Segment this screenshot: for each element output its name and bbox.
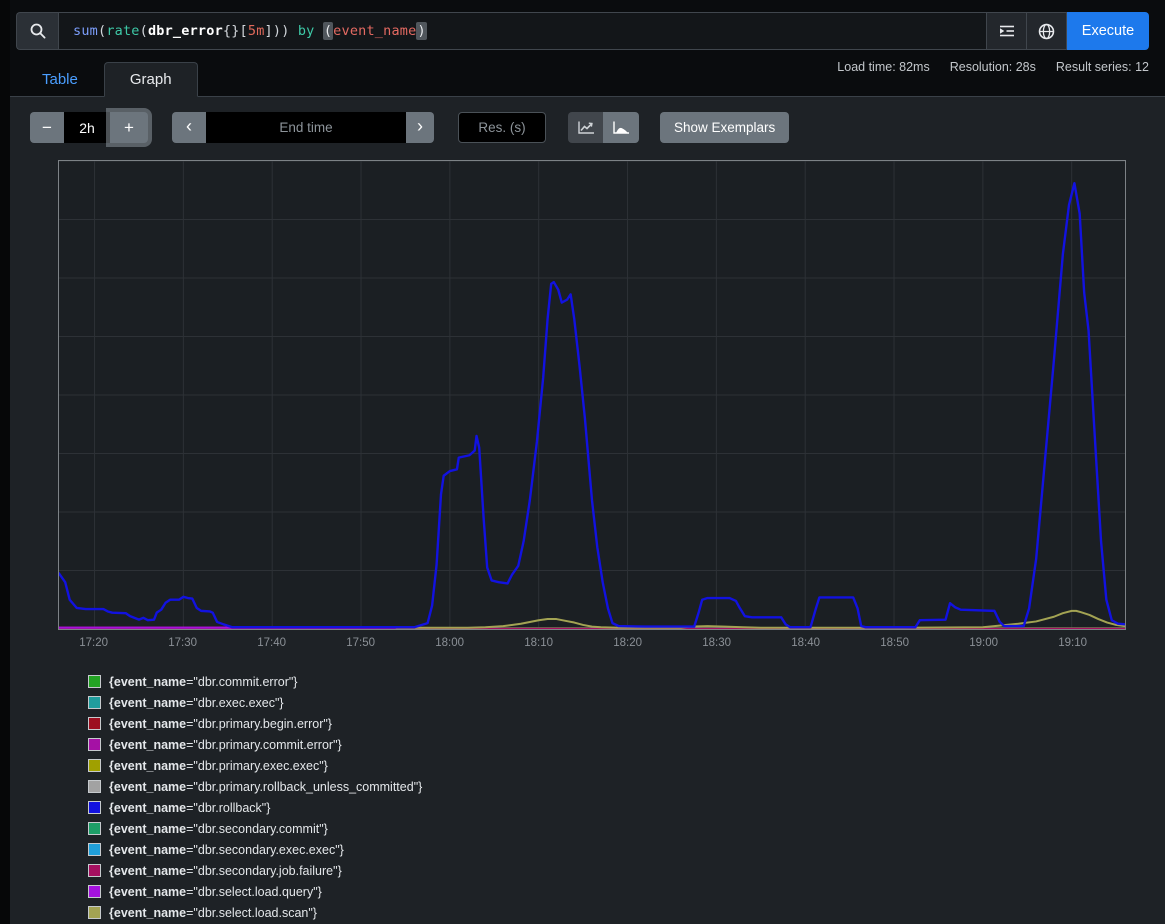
legend-swatch [88, 822, 101, 835]
legend-label: {event_name="dbr.rollback"} [109, 801, 270, 815]
query-token [315, 23, 323, 39]
query-token: ( [140, 23, 148, 39]
stat-resolution: Resolution: 28s [950, 60, 1036, 74]
x-axis-label: 18:00 [435, 637, 464, 649]
legend-label: {event_name="dbr.commit.error"} [109, 675, 297, 689]
legend-item[interactable]: {event_name="dbr.primary.exec.exec"} [88, 758, 1149, 773]
legend-swatch [88, 906, 101, 919]
legend-label: {event_name="dbr.primary.begin.error"} [109, 717, 332, 731]
x-axis-label: 17:50 [346, 637, 375, 649]
query-expression-input[interactable]: sum(rate(dbr_error{}[5m])) by (event_nam… [58, 12, 987, 50]
query-token: ) [416, 22, 426, 40]
range-decrement-button[interactable]: − [30, 112, 64, 143]
x-axis-label: 17:40 [257, 637, 286, 649]
tab-graph[interactable]: Graph [104, 62, 198, 97]
time-back-button[interactable]: ‹ [172, 112, 206, 143]
legend-label: {event_name="dbr.secondary.exec.exec"} [109, 843, 344, 857]
globe-icon [1037, 22, 1056, 41]
x-axis-label: 18:10 [524, 637, 553, 649]
tab-table[interactable]: Table [16, 62, 104, 97]
x-axis-label: 19:00 [969, 637, 998, 649]
legend-label: {event_name="dbr.primary.commit.error"} [109, 738, 342, 752]
legend: {event_name="dbr.commit.error"} {event_na… [88, 674, 1149, 920]
line-chart-toggle-button[interactable] [568, 112, 603, 143]
legend-swatch [88, 780, 101, 793]
legend-item[interactable]: {event_name="dbr.secondary.exec.exec"} [88, 842, 1149, 857]
legend-item[interactable]: {event_name="dbr.rollback"} [88, 800, 1149, 815]
x-axis-label: 19:10 [1058, 637, 1087, 649]
end-time-input[interactable] [206, 112, 406, 143]
legend-label: {event_name="dbr.secondary.commit"} [109, 822, 328, 836]
time-forward-button[interactable]: › [406, 112, 434, 143]
legend-swatch [88, 864, 101, 877]
stat-result-series: Result series: 12 [1056, 60, 1149, 74]
legend-label: {event_name="dbr.primary.exec.exec"} [109, 759, 328, 773]
query-token: sum [73, 23, 98, 39]
resolution-input[interactable] [458, 112, 546, 143]
stacked-chart-icon [611, 120, 631, 136]
panel-tabs: Table Graph Load time: 82ms Resolution: … [0, 50, 1165, 97]
show-exemplars-button[interactable]: Show Exemplars [660, 112, 789, 143]
x-axis: 17:20 17:30 17:40 17:50 18:00 18:10 18:20 18:30… [58, 630, 1126, 652]
legend-item[interactable]: {event_name="dbr.select.load.scan"} [88, 905, 1149, 920]
stacked-chart-toggle-button[interactable] [603, 112, 639, 143]
chart-type-toggle [568, 112, 639, 143]
query-token [290, 23, 298, 39]
x-axis-label: 17:30 [168, 637, 197, 649]
legend-label: {event_name="dbr.select.load.scan"} [109, 906, 317, 920]
x-axis-label: 18:40 [791, 637, 820, 649]
legend-swatch [88, 801, 101, 814]
x-axis-label: 17:20 [79, 637, 108, 649]
chart-plot-area[interactable] [58, 160, 1126, 630]
graph-controls: − + ‹ › Show Ex [30, 112, 1149, 143]
query-token: ( [98, 23, 106, 39]
metrics-explorer-button[interactable] [987, 12, 1027, 50]
legend-item[interactable]: {event_name="dbr.primary.commit.error"} [88, 737, 1149, 752]
end-time-selector: ‹ › [172, 112, 434, 143]
x-axis-label: 18:20 [613, 637, 642, 649]
legend-item[interactable]: {event_name="dbr.secondary.commit"} [88, 821, 1149, 836]
query-token: ( [323, 22, 333, 40]
legend-item[interactable]: {event_name="dbr.exec.exec"} [88, 695, 1149, 710]
query-toolbar: sum(rate(dbr_error{}[5m])) by (event_nam… [0, 0, 1165, 50]
range-increment-button[interactable]: + [110, 112, 148, 143]
legend-item[interactable]: {event_name="dbr.commit.error"} [88, 674, 1149, 689]
legend-label: {event_name="dbr.secondary.job.failure"} [109, 864, 342, 878]
metrics-explorer-icon [998, 22, 1016, 40]
range-input[interactable] [64, 112, 110, 143]
query-token: rate [106, 23, 139, 39]
legend-swatch [88, 843, 101, 856]
explain-globe-button[interactable] [1027, 12, 1067, 50]
chart: 0.001.002.003.004.005.006.007.008.00 17:… [58, 160, 1126, 652]
query-token: event_name [333, 23, 416, 39]
query-stats: Load time: 82ms Resolution: 28s Result s… [837, 60, 1149, 74]
query-token: dbr_error [148, 23, 223, 39]
legend-label: {event_name="dbr.exec.exec"} [109, 696, 284, 710]
legend-swatch [88, 675, 101, 688]
graph-panel: − + ‹ › Show Ex [0, 97, 1165, 920]
legend-swatch [88, 717, 101, 730]
query-token: ])) [265, 23, 290, 39]
query-token: by [298, 23, 315, 39]
query-token: {}[ [223, 23, 248, 39]
search-icon [16, 12, 58, 50]
window-edge-strip [0, 0, 10, 924]
legend-item[interactable]: {event_name="dbr.secondary.job.failure"} [88, 863, 1149, 878]
legend-swatch [88, 696, 101, 709]
range-selector: − + [30, 112, 148, 143]
legend-item[interactable]: {event_name="dbr.select.load.query"} [88, 884, 1149, 899]
x-axis-label: 18:50 [880, 637, 909, 649]
legend-item[interactable]: {event_name="dbr.primary.rollback_unless… [88, 779, 1149, 794]
legend-swatch [88, 759, 101, 772]
line-chart-icon [576, 120, 596, 136]
execute-button[interactable]: Execute [1067, 12, 1149, 50]
query-token: 5m [248, 23, 265, 39]
x-axis-label: 18:30 [702, 637, 731, 649]
legend-swatch [88, 738, 101, 751]
legend-label: {event_name="dbr.select.load.query"} [109, 885, 322, 899]
legend-item[interactable]: {event_name="dbr.primary.begin.error"} [88, 716, 1149, 731]
legend-label: {event_name="dbr.primary.rollback_unless… [109, 780, 422, 794]
stat-load-time: Load time: 82ms [837, 60, 929, 74]
legend-swatch [88, 885, 101, 898]
